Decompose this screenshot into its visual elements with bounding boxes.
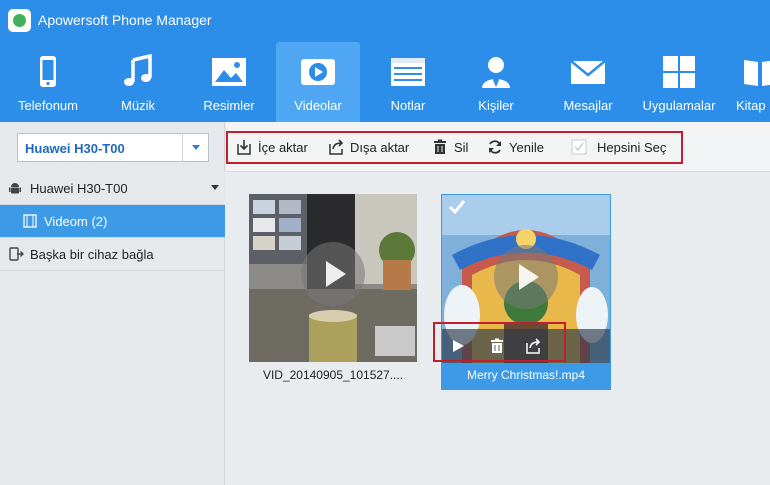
action-highlight-box — [433, 322, 566, 362]
refresh-icon — [489, 140, 501, 154]
tree-label: Başka bir cihaz bağla — [30, 247, 154, 262]
nav-label: Kişiler — [478, 98, 514, 113]
import-label: İçe aktar — [258, 140, 308, 155]
nav-tab-kisiler[interactable]: Kişiler — [458, 42, 534, 122]
select-all-label: Hepsini Seç — [597, 140, 667, 155]
video-item[interactable]: VID_20140905_101527.... — [249, 194, 417, 384]
tree-item-device[interactable]: Huawei H30-T00 — [0, 172, 225, 205]
video-thumbnail[interactable] — [249, 194, 417, 362]
import-icon — [237, 140, 251, 155]
delete-label: Sil — [454, 140, 469, 155]
select-all-checkbox[interactable]: Hepsini Seç — [571, 138, 679, 158]
video-name: Merry Christmas!.mp4 — [466, 368, 585, 382]
video-grid: VID_20140905_101527.... Merry Christmas!… — [226, 173, 770, 485]
device-tree: Huawei H30-T00 Videom (2) Başka bir ciha… — [0, 172, 225, 271]
nav-label: Notlar — [390, 98, 426, 113]
apowersoft-logo-icon — [8, 9, 31, 32]
connect-device-icon — [9, 247, 24, 261]
nav-tab-kitap[interactable]: Kitap — [730, 42, 770, 122]
nav-tab-resimler[interactable]: Resimler — [190, 42, 268, 122]
video-play-icon — [301, 59, 335, 85]
device-dropdown-value: Huawei H30-T00 — [25, 141, 125, 156]
nav-tab-videolar[interactable]: Videolar — [276, 42, 360, 122]
nav-label: Müzik — [121, 98, 155, 113]
nav-label: Kitap — [736, 98, 766, 113]
device-panel: Huawei H30-T00 Huawei H30-T00 Videom (2) — [0, 122, 225, 485]
nav-tab-uygulamalar[interactable]: Uygulamalar — [636, 42, 722, 122]
main-nav: Telefonum Müzik Resimler Videolar Notlar… — [0, 42, 770, 122]
music-note-icon — [124, 54, 152, 86]
picture-icon — [212, 58, 246, 86]
android-icon — [9, 183, 21, 194]
video-item-selected[interactable]: Merry Christmas!.mp4 — [433, 194, 611, 390]
envelope-icon — [570, 60, 606, 84]
nav-tab-notlar[interactable]: Notlar — [370, 42, 446, 122]
device-dropdown[interactable]: Huawei H30-T00 — [17, 133, 209, 162]
title-bar: Apowersoft Phone Manager — [0, 0, 770, 42]
toolbar: İçe aktar Dışa aktar Sil Yenile Hepsini … — [226, 122, 770, 172]
app-title: Apowersoft Phone Manager — [38, 12, 212, 28]
video-name: VID_20140905_101527.... — [262, 368, 404, 382]
export-button[interactable]: Dışa aktar — [328, 138, 423, 158]
tree-label: Huawei H30-T00 — [30, 181, 128, 196]
apps-grid-icon — [663, 56, 695, 88]
caret-down-icon[interactable] — [211, 185, 219, 190]
import-button[interactable]: İçe aktar — [236, 138, 326, 158]
checkbox-icon — [571, 139, 587, 155]
nav-label: Videolar — [294, 98, 342, 113]
book-icon — [744, 60, 770, 86]
delete-button[interactable]: Sil — [432, 138, 482, 158]
play-icon[interactable] — [494, 245, 558, 309]
export-icon — [329, 139, 344, 155]
nav-label: Resimler — [203, 98, 255, 113]
tree-item-videos[interactable]: Videom (2) — [0, 205, 225, 238]
nav-tab-muzik[interactable]: Müzik — [100, 42, 176, 122]
refresh-button[interactable]: Yenile — [487, 138, 557, 158]
tree-item-connect-device[interactable]: Başka bir cihaz bağla — [0, 238, 225, 271]
check-icon[interactable] — [448, 199, 466, 215]
play-icon[interactable] — [301, 242, 365, 306]
nav-label: Mesajlar — [563, 98, 613, 113]
nav-tab-telefonum[interactable]: Telefonum — [8, 42, 88, 122]
nav-label: Uygulamalar — [642, 98, 716, 113]
phone-icon — [40, 56, 56, 87]
notes-icon — [391, 58, 425, 86]
export-label: Dışa aktar — [350, 140, 410, 155]
refresh-label: Yenile — [509, 140, 544, 155]
film-strip-icon — [23, 214, 37, 228]
nav-tab-mesajlar[interactable]: Mesajlar — [550, 42, 626, 122]
tree-label: Videom (2) — [44, 214, 108, 229]
nav-label: Telefonum — [18, 98, 78, 113]
chevron-down-icon[interactable] — [182, 134, 208, 161]
contact-person-icon — [482, 57, 510, 88]
trash-icon — [434, 139, 446, 154]
